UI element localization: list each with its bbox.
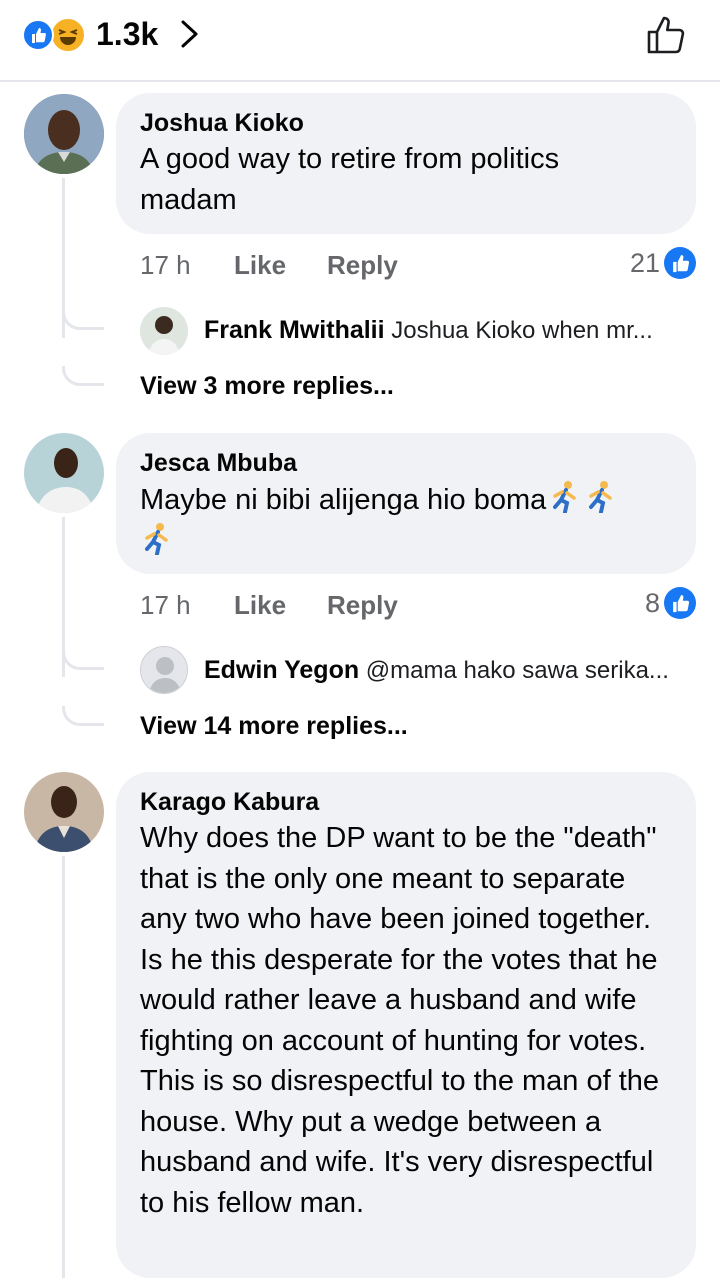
reaction-count[interactable]: 1.3k xyxy=(96,16,158,52)
reply-author[interactable]: Edwin Yegon xyxy=(204,656,359,684)
comment-text: A good way to retire from politics madam xyxy=(140,143,560,216)
comment-bubble[interactable]: Jesca Mbuba Maybe ni bibi alijenga hio b… xyxy=(116,433,696,574)
comment-author[interactable]: Joshua Kioko xyxy=(140,107,672,139)
comment-actions: 17 h Like Reply xyxy=(140,247,580,283)
like-reaction-icon[interactable] xyxy=(22,19,54,51)
comment-text: Maybe ni bibi alijenga hio boma xyxy=(140,479,680,562)
reply-button[interactable]: Reply xyxy=(327,247,398,283)
avatar[interactable] xyxy=(140,646,188,694)
reply-text: Joshua Kioko when mr... xyxy=(391,317,653,344)
reply-author[interactable]: Frank Mwithalii xyxy=(204,316,385,344)
comment-time[interactable]: 17 h xyxy=(140,247,191,283)
view-more-replies-link[interactable]: View 14 more replies... xyxy=(140,709,408,743)
comment-bubble[interactable]: Joshua Kioko A good way to retire from p… xyxy=(116,93,696,234)
avatar[interactable] xyxy=(24,433,104,513)
thread-branch xyxy=(62,310,104,330)
view-more-replies-link[interactable]: View 3 more replies... xyxy=(140,369,394,403)
like-button[interactable]: Like xyxy=(234,587,286,623)
chevron-right-icon[interactable] xyxy=(178,18,202,50)
avatar[interactable] xyxy=(140,307,188,355)
reaction-count[interactable]: 8 xyxy=(645,585,660,621)
running-man-emoji xyxy=(553,481,577,513)
comment-author[interactable]: Karago Kabura xyxy=(140,786,672,818)
like-button[interactable]: Like xyxy=(234,247,286,283)
avatar[interactable] xyxy=(24,772,104,852)
comment-author[interactable]: Jesca Mbuba xyxy=(140,447,672,479)
reaction-count[interactable]: 21 xyxy=(630,245,660,281)
comment-actions: 17 h Like Reply xyxy=(140,587,580,623)
comment-text-body: Maybe ni bibi alijenga hio boma xyxy=(140,484,547,516)
avatar[interactable] xyxy=(24,94,104,174)
running-man-emoji xyxy=(145,522,168,555)
reply-text: @mama hako sawa serika... xyxy=(365,657,669,684)
reactions-header: 1.3k xyxy=(0,0,720,82)
haha-reaction-icon[interactable] xyxy=(50,17,86,53)
comment-time[interactable]: 17 h xyxy=(140,587,191,623)
comment-bubble[interactable]: Karago Kabura Why does the DP want to be… xyxy=(116,772,696,1278)
like-reaction-icon[interactable] xyxy=(664,587,696,619)
thread-line xyxy=(62,856,65,1278)
reply-button[interactable]: Reply xyxy=(327,587,398,623)
thread-branch xyxy=(62,650,104,670)
like-reaction-icon[interactable] xyxy=(664,247,696,279)
thumbs-up-outline-icon[interactable] xyxy=(644,12,690,58)
reply-preview[interactable]: Frank Mwithalii Joshua Kioko when mr... xyxy=(204,314,653,347)
reply-preview[interactable]: Edwin Yegon @mama hako sawa serika... xyxy=(204,654,669,687)
running-man-emoji xyxy=(589,481,613,513)
thread-branch xyxy=(62,366,104,386)
thread-branch xyxy=(62,706,104,726)
comment-text: Why does the DP want to be the "death" t… xyxy=(140,822,660,1219)
